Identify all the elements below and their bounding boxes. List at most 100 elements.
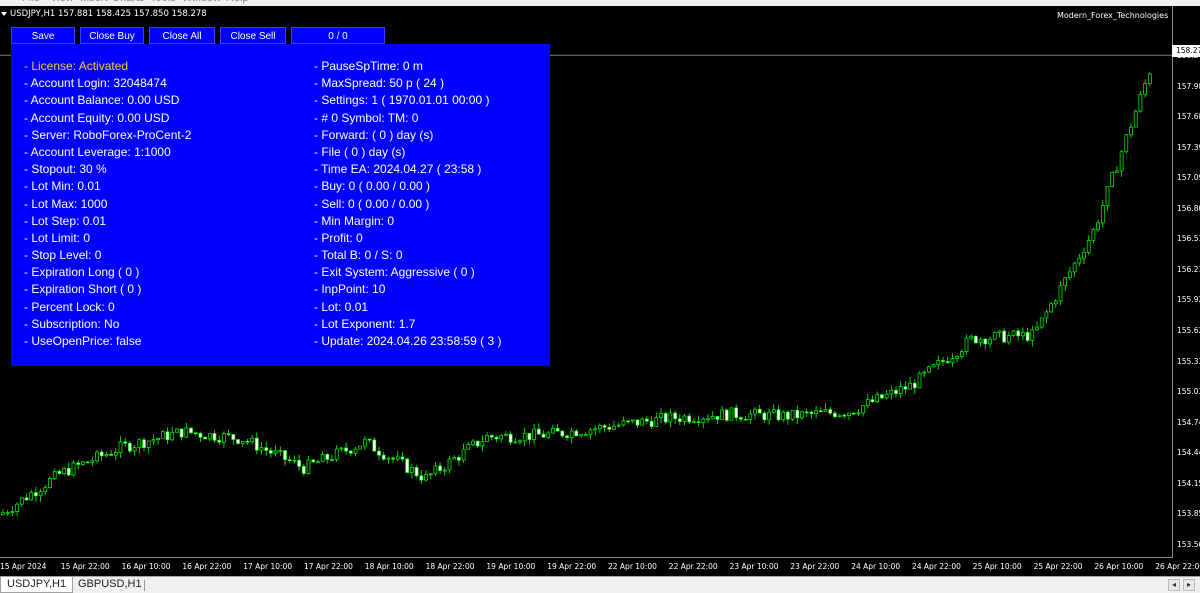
candle-body — [475, 440, 480, 447]
menu-charts[interactable]: Charts — [112, 0, 144, 4]
price-tick-label: 155.62 — [1177, 325, 1200, 335]
candle-body — [504, 433, 508, 436]
candle-body — [532, 428, 536, 440]
candle-body — [311, 459, 316, 463]
candle-body — [165, 431, 170, 441]
candle-body — [640, 418, 645, 426]
candle-body — [71, 462, 76, 476]
candle-body — [170, 431, 175, 441]
candle-body — [527, 433, 532, 440]
candle-body — [62, 468, 66, 474]
candle-body — [1053, 300, 1058, 305]
right-line: - Lot Exponent: 1.7 — [314, 316, 416, 331]
candle-body — [236, 439, 240, 444]
candle-body — [701, 418, 706, 423]
time-tick-label: 23 Apr 22:00 — [790, 562, 840, 571]
candle-body — [518, 440, 522, 443]
candle-body — [1063, 277, 1068, 287]
candle-body — [941, 360, 945, 362]
close-all-button[interactable]: Close All — [149, 27, 215, 44]
candle-body — [499, 435, 504, 440]
candle-body — [5, 512, 10, 514]
candle-body — [457, 457, 461, 461]
candle-body — [231, 434, 236, 440]
time-tick-label: 15 Apr 2024 — [0, 562, 47, 571]
menu-tools[interactable]: Tools — [150, 0, 176, 4]
right-line: - Time EA: 2024.04.27 ( 23:58 ) — [314, 162, 482, 177]
candle-body — [156, 437, 160, 441]
candle-body — [410, 467, 414, 473]
candle-body — [677, 418, 682, 422]
candle-body — [1016, 330, 1021, 337]
candle-body — [936, 360, 941, 366]
candle-body — [301, 466, 306, 474]
menu-window[interactable]: Window — [182, 0, 221, 4]
price-axis[interactable]: 158.27157.98157.68157.39157.09156.80156.… — [1172, 6, 1200, 558]
scroll-right-icon[interactable]: ▸ — [1183, 579, 1195, 591]
candle-body — [151, 439, 156, 442]
candle-body — [1044, 311, 1049, 319]
candle-body — [593, 428, 598, 431]
candle-body — [992, 332, 997, 340]
candle-body — [81, 461, 85, 465]
candle-body — [1100, 205, 1105, 224]
candle-body — [189, 427, 193, 434]
candle-body — [372, 439, 377, 452]
candle-body — [894, 389, 898, 394]
candle-body — [43, 487, 48, 493]
candle-body — [1030, 329, 1035, 341]
candle-body — [682, 415, 687, 422]
candle-body — [1082, 252, 1086, 259]
menu-help[interactable]: Help — [226, 0, 249, 4]
candle-body — [1039, 317, 1044, 328]
candle-body — [800, 411, 804, 419]
menu-insert[interactable]: Insert — [80, 0, 108, 4]
candle-body — [861, 405, 865, 414]
candle-body — [823, 409, 828, 412]
candle-body — [1138, 93, 1143, 112]
candle-body — [367, 438, 372, 441]
candle-body — [574, 430, 579, 437]
right-line: - Buy: 0 ( 0.00 / 0.00 ) — [314, 179, 431, 194]
candle-body — [184, 427, 189, 438]
candle-body — [245, 440, 250, 443]
close-buy-button[interactable]: Close Buy — [80, 27, 144, 44]
candle-body — [222, 433, 226, 443]
time-axis[interactable]: 15 Apr 2024 15 Apr 22:00 16 Apr 10:00 16 Ap… — [0, 557, 1200, 576]
candle-body — [19, 497, 24, 505]
candle-body — [118, 441, 123, 453]
price-tick-label: 156.21 — [1177, 264, 1200, 274]
candle-body — [818, 410, 823, 413]
candle-body — [297, 459, 301, 467]
price-tick-label: 157.39 — [1177, 142, 1200, 152]
candle-body — [489, 435, 494, 438]
candle-body — [696, 421, 701, 423]
time-tick-label: 15 Apr 22:00 — [60, 562, 110, 571]
candle-body — [856, 412, 861, 415]
candle-body — [950, 358, 955, 363]
close-sell-button[interactable]: Close Sell — [220, 27, 286, 44]
scroll-left-icon[interactable]: ◂ — [1168, 579, 1180, 591]
candle-body — [880, 394, 884, 399]
chart-symbol-header: USDJPY,H1 157.881 158.425 157.850 158.27… — [0, 9, 207, 19]
candle-body — [626, 420, 630, 423]
tab-usdjpy-h1[interactable]: USDJPY,H1 — [0, 577, 74, 593]
menu-view[interactable]: View — [50, 0, 74, 4]
candle-body — [720, 409, 724, 420]
left-line: - Lot Min: 0.01 — [24, 179, 101, 194]
candle-body — [842, 414, 847, 417]
menu-file[interactable]: File — [22, 0, 40, 4]
left-line: - UseOpenPrice: false — [24, 334, 142, 348]
tab-gbpusd-h1[interactable]: GBPUSD,H1 — [72, 577, 148, 593]
current-price-label: 158.278 — [1172, 45, 1200, 57]
candle-body — [15, 503, 19, 512]
dropdown-triangle-icon[interactable] — [1, 12, 7, 16]
candle-body — [217, 440, 222, 443]
left-line: - Account Leverage: 1:1000 — [24, 144, 171, 159]
candle-body — [38, 491, 43, 497]
save-button[interactable]: Save — [11, 27, 75, 44]
left-line: - Server: RoboForex-ProCent-2 — [24, 127, 192, 142]
chart-tabs-bar: USDJPY,H1 GBPUSD,H1 ◂ ▸ — [0, 576, 1200, 593]
right-line: - File ( 0 ) day (s) — [314, 144, 406, 159]
candle-body — [757, 408, 762, 414]
